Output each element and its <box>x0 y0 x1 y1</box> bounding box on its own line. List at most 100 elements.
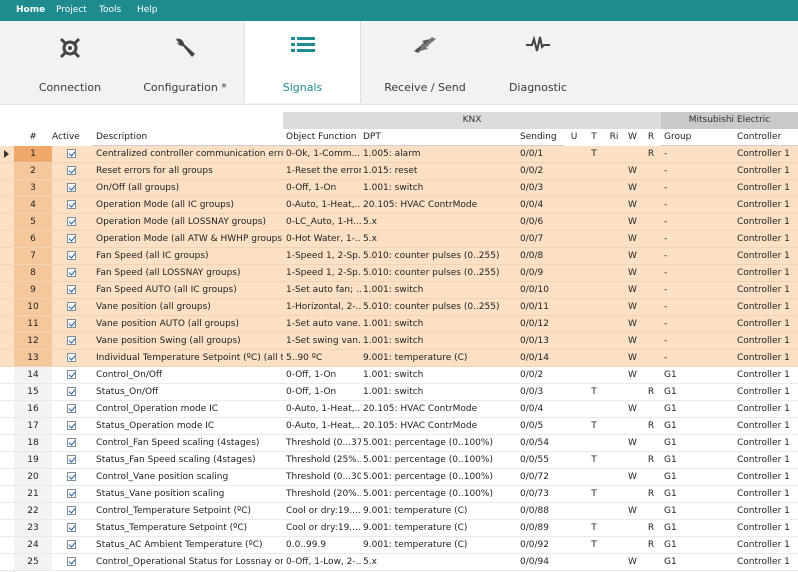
tab-diagnostic-label: Diagnostic <box>508 81 568 94</box>
row-number: 2 <box>14 163 52 180</box>
col-header-u[interactable]: U <box>564 129 584 147</box>
menu-home[interactable]: Home <box>16 4 45 17</box>
active-checkbox[interactable] <box>67 200 76 209</box>
table-row[interactable]: 2 Reset errors for all groups 1-Reset the … <box>0 163 798 180</box>
row-flag-t: T <box>591 421 597 431</box>
row-group: - <box>664 217 668 227</box>
table-row[interactable]: 10 Vane position (all groups) 1-Horizontal… <box>0 299 798 316</box>
row-flag-r <box>641 265 661 282</box>
row-flag-ri <box>604 367 624 384</box>
tab-configuration[interactable]: Configuration * <box>130 21 240 103</box>
active-checkbox[interactable] <box>67 149 76 158</box>
col-header-description[interactable]: Description <box>92 129 283 146</box>
table-row[interactable]: 6 Operation Mode (all ATW & HWHP groups) 0… <box>0 231 798 248</box>
col-header-controller[interactable]: Controller <box>733 129 798 146</box>
active-checkbox[interactable] <box>67 438 76 447</box>
active-checkbox[interactable] <box>67 540 76 549</box>
table-row[interactable]: 16 Control_Operation mode IC 0-Auto, 1-Hea… <box>0 401 798 418</box>
active-checkbox[interactable] <box>67 506 76 515</box>
table-row[interactable]: 19 Status_Fan Speed scaling (4stages) Thre… <box>0 452 798 469</box>
row-group: G1 <box>664 557 677 567</box>
row-description: Operation Mode (all ATW & HWHP groups) <box>96 234 283 244</box>
table-row[interactable]: 18 Control_Fan Speed scaling (4stages) Thr… <box>0 435 798 452</box>
table-row[interactable]: 23 Status_Temperature Setpoint (ºC) Cool o… <box>0 520 798 537</box>
active-checkbox[interactable] <box>67 353 76 362</box>
row-group: G1 <box>664 472 677 482</box>
active-checkbox[interactable] <box>67 557 76 566</box>
row-flag-r: R <box>647 455 655 465</box>
row-flag-ri <box>604 231 624 248</box>
table-row[interactable]: 22 Control_Temperature Setpoint (ºC) Cool … <box>0 503 798 520</box>
table-row[interactable]: 3 On/Off (all groups) 0-Off, 1-On 1.001: sw… <box>0 180 798 197</box>
table-row[interactable]: 14 Control_On/Off 0-Off, 1-On 1.001: switch… <box>0 367 798 384</box>
active-checkbox[interactable] <box>67 183 76 192</box>
row-flag-r: R <box>647 387 655 397</box>
col-header-sending[interactable]: Sending <box>516 129 564 146</box>
row-sending: 0/0/88 <box>520 506 549 516</box>
active-checkbox[interactable] <box>67 285 76 294</box>
active-checkbox[interactable] <box>67 421 76 430</box>
table-row[interactable]: 21 Status_Vane position scaling Threshold … <box>0 486 798 503</box>
active-checkbox[interactable] <box>67 217 76 226</box>
table-row[interactable]: 5 Operation Mode (all LOSSNAY groups) 0-LC… <box>0 214 798 231</box>
table-row[interactable]: 17 Status_Operation mode IC 0-Auto, 1-Heat… <box>0 418 798 435</box>
col-header-num[interactable]: # <box>14 129 52 147</box>
row-controller: Controller 1 <box>737 540 790 550</box>
active-checkbox[interactable] <box>67 370 76 379</box>
col-header-w[interactable]: W <box>624 129 641 147</box>
active-checkbox[interactable] <box>67 523 76 532</box>
row-controller: Controller 1 <box>737 319 790 329</box>
menu-help[interactable]: Help <box>137 4 158 17</box>
row-sending: 0/0/6 <box>520 217 544 227</box>
row-flag-ri <box>604 333 624 350</box>
active-checkbox[interactable] <box>67 472 76 481</box>
row-description: Control_Operation mode IC <box>96 404 219 414</box>
active-checkbox[interactable] <box>67 336 76 345</box>
table-row[interactable]: 8 Fan Speed (all LOSSNAY groups) 1-Speed 1… <box>0 265 798 282</box>
table-row[interactable]: 20 Control_Vane position scaling Threshold… <box>0 469 798 486</box>
table-row[interactable]: 12 Vane position Swing (all groups) 1-Set … <box>0 333 798 350</box>
row-description: Status_AC Ambient Temperature (ºC) <box>96 540 263 550</box>
active-checkbox[interactable] <box>67 234 76 243</box>
menu-project[interactable]: Project <box>56 4 87 17</box>
col-header-dpt[interactable]: DPT <box>361 129 516 146</box>
table-row[interactable]: 9 Fan Speed AUTO (all IC groups) 1-Set aut… <box>0 282 798 299</box>
row-flag-ri <box>604 316 624 333</box>
table-row[interactable]: 13 Individual Temperature Setpoint (ºC) (… <box>0 350 798 367</box>
active-checkbox[interactable] <box>67 387 76 396</box>
row-sending: 0/0/92 <box>520 540 549 550</box>
row-flag-t <box>584 367 604 384</box>
row-object-function: 0-Auto, 1-Heat,... <box>286 421 361 431</box>
active-checkbox[interactable] <box>67 489 76 498</box>
table-row[interactable]: 4 Operation Mode (all IC groups) 0-Auto, 1… <box>0 197 798 214</box>
tab-receive-send[interactable]: Receive / Send <box>370 21 480 103</box>
col-header-ri[interactable]: Ri <box>604 129 624 147</box>
tab-connection[interactable]: Connection <box>20 21 120 103</box>
row-flag-u <box>564 486 584 503</box>
col-header-active[interactable]: Active <box>52 129 92 147</box>
col-header-r[interactable]: R <box>641 129 661 147</box>
table-row[interactable]: 24 Status_AC Ambient Temperature (ºC) 0.0.… <box>0 537 798 554</box>
active-checkbox[interactable] <box>67 319 76 328</box>
row-flag-w: W <box>628 438 637 448</box>
col-header-t[interactable]: T <box>584 129 604 147</box>
active-checkbox[interactable] <box>67 455 76 464</box>
table-row[interactable]: 15 Status_On/Off 0-Off, 1-On 1.001: switch 0… <box>0 384 798 401</box>
active-checkbox[interactable] <box>67 166 76 175</box>
active-checkbox[interactable] <box>67 251 76 260</box>
tab-diagnostic[interactable]: Diagnostic <box>488 21 588 103</box>
tab-signals[interactable]: Signals <box>244 21 361 103</box>
row-flag-ri <box>604 401 624 418</box>
row-flag-ri <box>604 299 624 316</box>
col-header-object-function[interactable]: Object Function <box>283 129 361 146</box>
active-checkbox[interactable] <box>67 404 76 413</box>
row-group: G1 <box>664 523 677 533</box>
col-header-group[interactable]: Group <box>661 129 733 146</box>
active-checkbox[interactable] <box>67 302 76 311</box>
table-row[interactable]: 1 Centralized controller communication er… <box>0 146 798 163</box>
table-row[interactable]: 25 Control_Operational Status for Lossnay… <box>0 554 798 571</box>
menu-tools[interactable]: Tools <box>99 4 121 17</box>
active-checkbox[interactable] <box>67 268 76 277</box>
table-row[interactable]: 7 Fan Speed (all IC groups) 1-Speed 1, 2-S… <box>0 248 798 265</box>
table-row[interactable]: 11 Vane position AUTO (all groups) 1-Set a… <box>0 316 798 333</box>
